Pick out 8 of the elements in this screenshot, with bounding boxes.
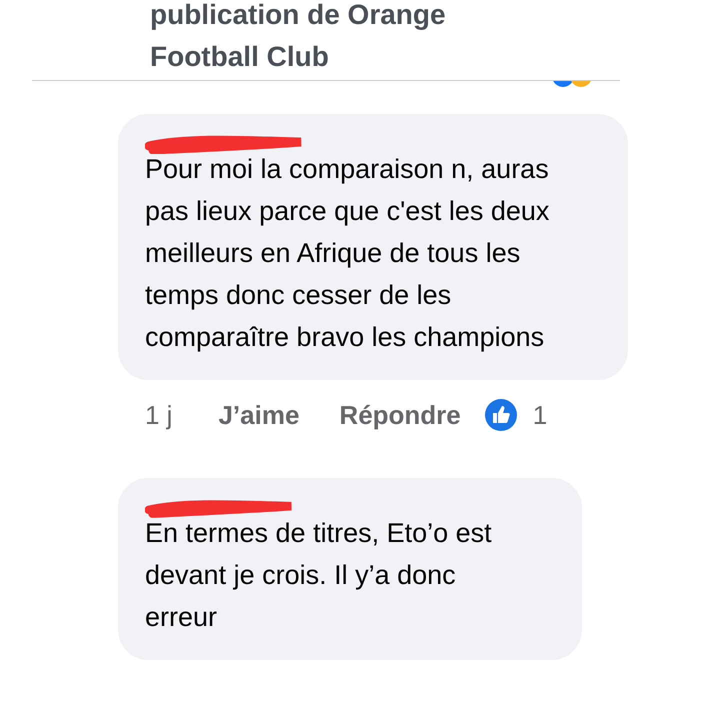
comment-text: En termes de titres, Eto’o est devant je crois. Il y’a donc erreur [145,517,493,634]
reply-link[interactable]: Répondre [339,400,461,430]
reaction-count: 1 [532,400,548,430]
like-link[interactable]: J’aime [218,400,300,430]
comment-text: Pour moi la comparaison n, auras pas lieux parce que c'est les deux meilleurs en Afrique de tous les temps donc cesser de les comparaître bravo les champions [145,153,550,354]
post-title: publication de Orange Football Club [150,0,447,74]
like-icon [484,399,517,431]
comment-time: 1 j [145,400,172,430]
